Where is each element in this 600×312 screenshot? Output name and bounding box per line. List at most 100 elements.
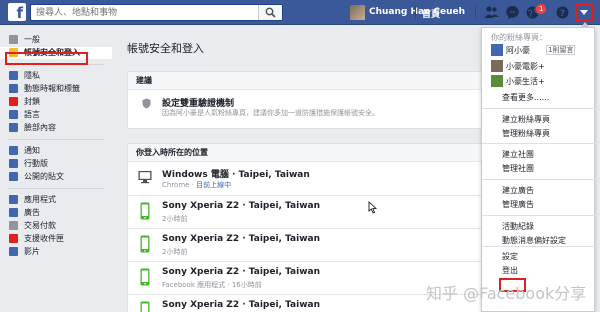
user-name-link[interactable]: Chuang Hao Ceueh	[369, 7, 465, 17]
phone-icon	[140, 268, 150, 286]
sidebar-item[interactable]: 隱私	[0, 70, 112, 82]
see-more-link[interactable]: 查看更多......	[502, 92, 549, 103]
two-factor-row[interactable]: 設定雙重驗證機制 因為阿小豪是人氣粉絲專頁，建議你多加一道防護措施保護帳號安全。	[128, 90, 498, 126]
menu-divider	[482, 246, 596, 247]
account-menu-button[interactable]	[575, 3, 593, 21]
session-device: Sony Xperia Z2 · Taipei, Taiwan	[162, 201, 321, 211]
session-app: Chrome	[162, 181, 190, 189]
sidebar-item[interactable]: 封鎖	[0, 96, 112, 108]
settings-sidebar: 一般 帳號安全和登入 隱私 動態時報和標籤 封鎖 語言 臉部內容 通知 行動版 公開的貼文 應用程式…	[0, 34, 112, 259]
sidebar-item[interactable]: 語言	[0, 109, 112, 121]
settings-main: 帳號安全和登入 建議 設定雙重驗證機制 因為阿小豪是人氣粉絲專頁，建議你多加一道…	[113, 31, 499, 312]
sidebar-item[interactable]: 廣告	[0, 207, 112, 219]
session-row[interactable]: Sony Xperia Z2 · Taipei, Taiwan 2小時前	[128, 228, 498, 261]
sidebar-item-label: 公開的貼文	[24, 172, 64, 181]
face-icon	[9, 123, 18, 132]
menu-item[interactable]: 設定	[502, 251, 518, 262]
search-icon	[265, 7, 276, 18]
mouse-cursor-icon	[368, 201, 377, 214]
friend-requests-icon[interactable]	[484, 5, 499, 20]
timeline-icon	[9, 84, 18, 93]
sidebar-item[interactable]: 支援收件匣	[0, 233, 112, 245]
sidebar-item-label: 行動版	[24, 159, 48, 168]
session-device: Sony Xperia Z2 · Taipei, Taiwan	[162, 234, 321, 244]
sidebar-item-label: 應用程式	[24, 195, 56, 204]
sidebar-item-label: 交易付款	[24, 221, 56, 230]
menu-item[interactable]: 登出	[502, 265, 518, 276]
sidebar-item[interactable]: 臉部內容	[0, 122, 112, 134]
shield-check-icon	[142, 98, 151, 109]
help-icon[interactable]: ?	[555, 5, 570, 20]
sidebar-item[interactable]: 行動版	[0, 158, 112, 170]
two-factor-description: 因為阿小豪是人氣粉絲專頁，建議你多加一道防護措施保護帳號安全。	[162, 109, 379, 117]
sidebar-item[interactable]: 影片	[0, 246, 112, 258]
session-meta: Facebook 應用程式 · 16小時前	[162, 280, 262, 290]
comment-badge: 1則留言	[546, 45, 576, 55]
sidebar-item-label: 一般	[24, 35, 40, 44]
sidebar-item[interactable]: 動態時報和標籤	[0, 83, 112, 95]
lock-icon	[9, 71, 18, 80]
page-avatar	[491, 75, 503, 87]
language-icon	[9, 110, 18, 119]
sidebar-item[interactable]: 應用程式	[0, 194, 112, 206]
menu-divider	[482, 179, 596, 180]
session-time: 16小時前	[231, 281, 262, 289]
chevron-down-icon	[580, 10, 588, 15]
recommendation-card: 建議 設定雙重驗證機制 因為阿小豪是人氣粉絲專頁，建議你多加一道防護措施保護帳號…	[127, 71, 499, 129]
menu-item[interactable]: 管理廣告	[502, 199, 534, 210]
session-device: Windows 電腦 · Taipei, Taiwan	[162, 170, 310, 180]
sidebar-item[interactable]: 交易付款	[0, 220, 112, 232]
session-separator: ·	[225, 281, 232, 289]
session-time: 目前上線中	[196, 181, 232, 189]
phone-icon	[140, 301, 150, 312]
menu-item[interactable]: 建立粉絲專頁	[502, 114, 550, 125]
session-device: Sony Xperia Z2 · Taipei, Taiwan	[162, 267, 321, 277]
page-avatar	[491, 44, 503, 56]
recommendation-header: 建議	[128, 72, 498, 90]
menu-item[interactable]: 建立社團	[502, 149, 534, 160]
session-row[interactable]: Sony Xperia Z2 · Taipei, Taiwan 2小時前	[128, 195, 498, 228]
search-box[interactable]	[30, 4, 283, 21]
divider	[475, 6, 476, 19]
sidebar-item[interactable]: 公開的貼文	[0, 171, 112, 183]
search-input[interactable]	[31, 5, 251, 20]
gear-icon	[9, 35, 18, 44]
menu-item[interactable]: 動態消息偏好設定	[502, 235, 566, 246]
menu-item[interactable]: 建立廣告	[502, 185, 534, 196]
sidebar-item-label: 封鎖	[24, 97, 40, 106]
sidebar-item-label: 影片	[24, 247, 40, 256]
sidebar-item-label: 臉部內容	[24, 123, 56, 132]
menu-item[interactable]: 活動紀錄	[502, 221, 534, 232]
phone-icon	[140, 235, 150, 253]
support-icon	[9, 234, 18, 243]
user-avatar[interactable]	[350, 5, 365, 20]
divider	[415, 6, 416, 19]
zhihu-watermark: 知乎 @Facebook分享	[426, 284, 587, 303]
session-device: Sony Xperia Z2 · Taipei, Taiwan	[162, 300, 321, 310]
your-pages-heading: 你的粉絲專頁：	[491, 33, 547, 42]
page-title: 帳號安全和登入	[127, 42, 204, 55]
account-dropdown-menu: 你的粉絲專頁： 阿小豪 1則留言 小豪電影+ 小豪生活+ 查看更多...... 建立粉…	[481, 27, 596, 312]
messenger-icon[interactable]	[505, 5, 520, 20]
sidebar-item-label: 隱私	[24, 71, 40, 80]
sidebar-item-label: 廣告	[24, 208, 40, 217]
apps-icon	[9, 195, 18, 204]
rss-icon	[9, 172, 18, 181]
home-link[interactable]: 首頁	[422, 7, 440, 20]
session-app: Facebook 應用程式	[162, 281, 226, 289]
session-time: 2小時前	[162, 248, 188, 256]
menu-item[interactable]: 管理粉絲專頁	[502, 128, 550, 139]
search-button[interactable]	[258, 5, 282, 20]
sidebar-item[interactable]: 通知	[0, 145, 112, 157]
login-locations-header: 你登入時所在的位置	[128, 144, 498, 162]
sidebar-item-label: 語言	[24, 110, 40, 119]
page-name: 阿小豪	[506, 46, 530, 55]
sidebar-item[interactable]: 一般	[0, 34, 112, 46]
session-row[interactable]: Windows 電腦 · Taipei, Taiwan Chrome · 目前上線…	[128, 162, 498, 195]
menu-item[interactable]: 管理社團	[502, 163, 534, 174]
block-icon	[9, 97, 18, 106]
facebook-logo[interactable]: f	[8, 3, 26, 21]
payment-icon	[9, 221, 18, 230]
top-navigation-bar: f Chuang Hao Ceueh 首頁 1 ?	[0, 0, 600, 25]
menu-divider	[482, 108, 596, 109]
